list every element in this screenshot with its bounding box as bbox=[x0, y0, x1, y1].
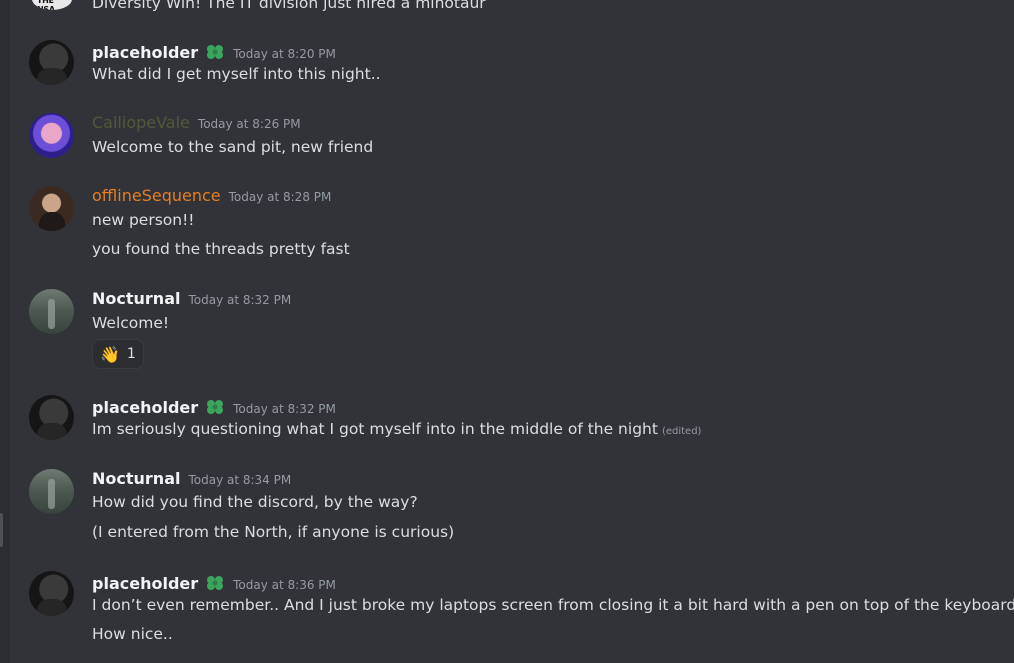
message-text: I don’t even remember.. And I just broke… bbox=[92, 596, 1014, 614]
message-text-line: Im seriously questioning what I got myse… bbox=[92, 420, 701, 438]
username[interactable]: placeholder bbox=[92, 574, 198, 593]
resize-handle[interactable] bbox=[0, 513, 3, 547]
wave-icon: 👋 bbox=[100, 344, 120, 364]
avatar[interactable] bbox=[29, 395, 74, 440]
avatar[interactable] bbox=[29, 469, 74, 514]
username[interactable]: Nocturnal bbox=[92, 289, 180, 308]
timestamp[interactable]: Today at 8:26 PM bbox=[198, 117, 301, 131]
message-text: How nice.. bbox=[92, 625, 173, 643]
timestamp[interactable]: Today at 8:28 PM bbox=[229, 190, 332, 204]
reaction-count: 1 bbox=[126, 346, 136, 362]
avatar[interactable] bbox=[29, 40, 74, 85]
avatar[interactable] bbox=[29, 571, 74, 616]
message-text: new person!! bbox=[92, 211, 195, 229]
timestamp[interactable]: Today at 8:32 PM bbox=[233, 402, 336, 416]
username[interactable]: Nocturnal bbox=[92, 469, 180, 488]
username[interactable]: placeholder bbox=[92, 398, 198, 417]
message-text: Diversity Win! The IT division just hire… bbox=[92, 0, 486, 12]
green-flower-badge-icon[interactable] bbox=[205, 398, 225, 416]
message-text: Welcome to the sand pit, new friend bbox=[92, 138, 374, 156]
message-text: Im seriously questioning what I got myse… bbox=[92, 420, 658, 438]
avatar[interactable] bbox=[29, 289, 74, 334]
green-flower-badge-icon[interactable] bbox=[205, 43, 225, 61]
message-text: (I entered from the North, if anyone is … bbox=[92, 523, 455, 541]
message-text: How did you find the discord, by the way… bbox=[92, 493, 418, 511]
username[interactable]: CalliopeVale bbox=[92, 113, 190, 132]
timestamp[interactable]: Today at 8:36 PM bbox=[233, 578, 336, 592]
timestamp[interactable]: Today at 8:34 PM bbox=[188, 473, 291, 487]
green-flower-badge-icon[interactable] bbox=[205, 574, 225, 592]
username[interactable]: placeholder bbox=[92, 43, 198, 62]
edited-label: (edited) bbox=[661, 426, 702, 437]
reaction-wave[interactable]: 👋 1 bbox=[92, 339, 144, 369]
message-text: What did I get myself into this night.. bbox=[92, 65, 381, 83]
nsa-logo-icon: THE NSA bbox=[32, 0, 72, 10]
message-text: Welcome! bbox=[92, 314, 170, 332]
avatar[interactable] bbox=[29, 186, 74, 231]
timestamp[interactable]: Today at 8:32 PM bbox=[188, 293, 291, 307]
left-gutter bbox=[0, 0, 10, 663]
username[interactable]: offlineSequence bbox=[92, 186, 221, 205]
message-text: you found the threads pretty fast bbox=[92, 240, 350, 258]
timestamp[interactable]: Today at 8:20 PM bbox=[233, 47, 336, 61]
avatar[interactable] bbox=[29, 113, 74, 158]
